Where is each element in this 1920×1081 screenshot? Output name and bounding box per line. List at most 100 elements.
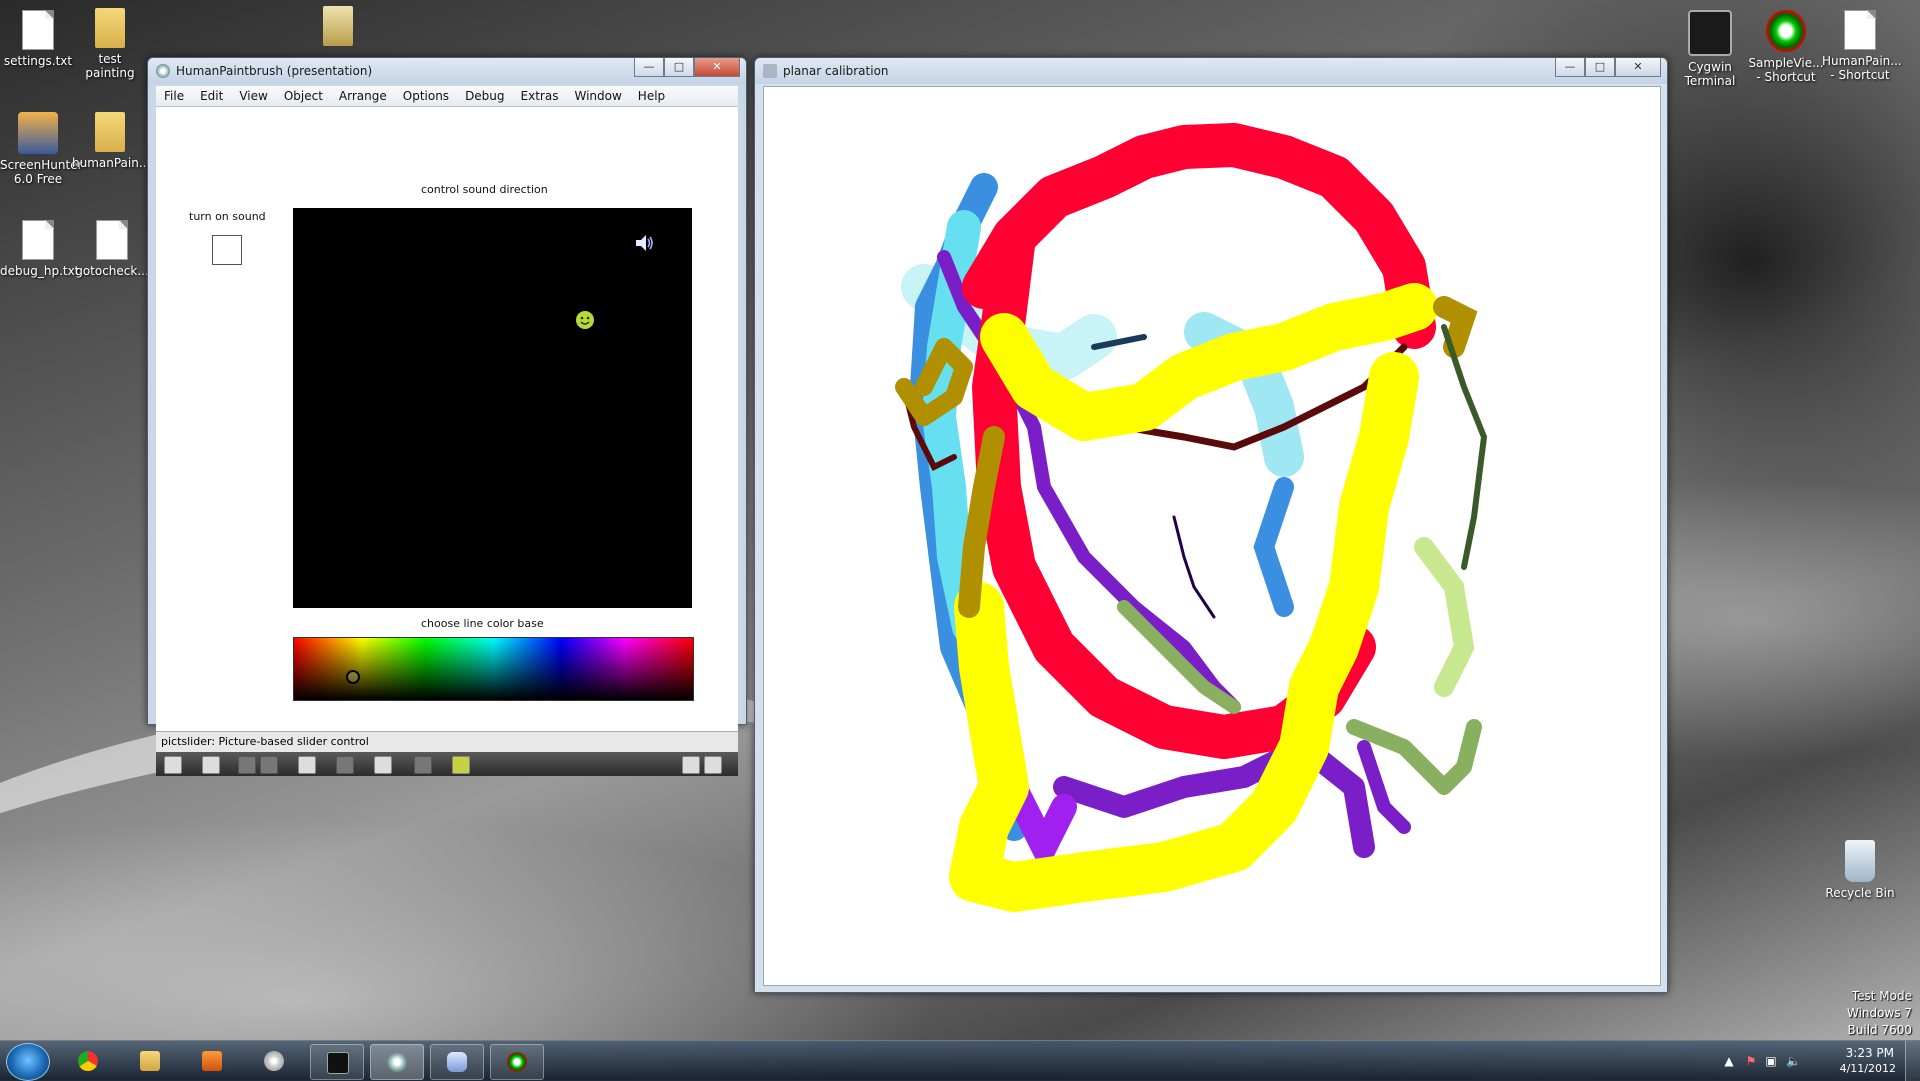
- grid-icon[interactable]: [414, 756, 432, 774]
- card-icon[interactable]: [298, 756, 316, 774]
- clock-time[interactable]: 3:23 PM: [1846, 1046, 1894, 1060]
- taskbar-app-sampleviewer[interactable]: [490, 1044, 544, 1080]
- maximize-button[interactable]: □: [1585, 58, 1615, 77]
- desktop-icon-humanpain[interactable]: humanPain...: [72, 112, 151, 170]
- ungroup-icon[interactable]: [260, 756, 278, 774]
- folder-icon: [95, 112, 125, 152]
- menu-arrange[interactable]: Arrange: [331, 86, 395, 106]
- menu-file[interactable]: File: [156, 86, 192, 106]
- desktop-icon-cygwin[interactable]: Cygwin Terminal: [1672, 10, 1748, 88]
- desktop-icon-label: HumanPain... - Shortcut: [1822, 54, 1902, 82]
- sound-direction-pad[interactable]: [293, 208, 692, 608]
- menu-help[interactable]: Help: [630, 86, 673, 106]
- paintbrush-window: HumanPaintbrush (presentation) — □ ✕ Fil…: [147, 57, 747, 776]
- desktop-icon-label: debug_hp.txt: [0, 264, 80, 278]
- stroke-drawing: [895, 123, 1488, 912]
- taskbar-app-disc[interactable]: [248, 1044, 300, 1078]
- desktop-icon-humanpain-shortcut[interactable]: HumanPain... - Shortcut: [1822, 10, 1902, 82]
- menu-extras[interactable]: Extras: [513, 86, 567, 106]
- folder-icon: [95, 8, 125, 48]
- menu-debug[interactable]: Debug: [457, 86, 512, 106]
- turn-on-sound-checkbox[interactable]: [212, 235, 242, 265]
- info-icon[interactable]: [336, 756, 354, 774]
- sampleviewer-icon: [507, 1052, 527, 1072]
- menu-bar: File Edit View Object Arrange Options De…: [156, 86, 738, 107]
- desktop-icon-label: test painting: [85, 52, 135, 80]
- desktop-icon-debug[interactable]: debug_hp.txt: [0, 220, 80, 278]
- show-desktop-button[interactable]: [1905, 1041, 1920, 1081]
- page-icon[interactable]: [202, 756, 220, 774]
- turn-on-sound-label: turn on sound: [189, 210, 266, 223]
- desktop-icon-recycle-bin[interactable]: Recycle Bin: [1822, 840, 1898, 900]
- desktop-icon-label: Recycle Bin: [1825, 886, 1895, 900]
- desktop-icon-label: humanPain...: [72, 156, 151, 170]
- volume-icon[interactable]: 🔈: [1786, 1054, 1801, 1068]
- window-title: HumanPaintbrush (presentation): [176, 64, 373, 78]
- color-picker-handle[interactable]: [346, 670, 360, 684]
- group-icon[interactable]: [238, 756, 256, 774]
- close-button[interactable]: ✕: [1615, 58, 1661, 77]
- desktop-icon-settings[interactable]: settings.txt: [0, 10, 76, 68]
- document-icon: [96, 220, 128, 260]
- network-icon[interactable]: ▣: [1764, 1054, 1778, 1068]
- status-bar: pictslider: Picture-based slider control: [156, 731, 738, 752]
- taskbar-app-opengl[interactable]: [430, 1044, 484, 1080]
- line-color-picker[interactable]: [293, 637, 694, 701]
- archive-folder-icon: [323, 6, 353, 46]
- action-center-icon[interactable]: ⚑: [1744, 1054, 1758, 1068]
- test-mode-watermark: Test Mode Windows 7 Build 7600: [1847, 988, 1912, 1039]
- taskbar-app-terminal[interactable]: [310, 1044, 364, 1080]
- status-text: pictslider: Picture-based slider control: [161, 735, 369, 748]
- smiley-icon[interactable]: [575, 310, 595, 330]
- paintbrush-titlebar[interactable]: HumanPaintbrush (presentation) — □ ✕: [148, 58, 746, 84]
- menu-edit[interactable]: Edit: [192, 86, 231, 106]
- stroke-scribble: [1172, 515, 1216, 619]
- disc-icon: [264, 1051, 284, 1071]
- watermark-line: Build 7600: [1847, 1023, 1912, 1037]
- desktop-icon-label: settings.txt: [3, 54, 73, 68]
- taskbar-app-explorer[interactable]: [124, 1044, 176, 1078]
- close-button[interactable]: ✕: [694, 58, 740, 77]
- recycle-bin-icon: [1845, 840, 1875, 882]
- drawing-canvas[interactable]: [763, 86, 1661, 986]
- opengl-icon: [447, 1052, 467, 1072]
- maximize-button[interactable]: □: [664, 58, 694, 77]
- menu-window[interactable]: Window: [566, 86, 629, 106]
- stroke-blue: [1253, 477, 1294, 617]
- palette-icon[interactable]: [452, 756, 470, 774]
- watermark-line: Test Mode: [1851, 989, 1912, 1003]
- desktop-icon-sampleviewer[interactable]: SampleVie... - Shortcut: [1748, 10, 1824, 84]
- sound-direction-label: control sound direction: [421, 183, 548, 196]
- start-button[interactable]: [6, 1043, 50, 1081]
- stroke-lightgreen: [1414, 537, 1475, 697]
- paintbrush-shortcut-icon: [1844, 10, 1876, 50]
- desktop-icon-gotocheck[interactable]: gotocheck...: [74, 220, 150, 278]
- clock-date[interactable]: 4/11/2012: [1840, 1062, 1896, 1075]
- window-icon: [763, 64, 777, 78]
- system-tray: ▲ ⚑ ▣ 🔈 3:23 PM 4/11/2012: [1720, 1041, 1920, 1081]
- lock-icon[interactable]: [164, 756, 182, 774]
- calibration-titlebar[interactable]: planar calibration — □ ✕: [755, 58, 1667, 84]
- minimize-button[interactable]: —: [634, 58, 664, 77]
- chrome-icon: [78, 1051, 98, 1071]
- desktop-icon-archive[interactable]: [300, 6, 376, 50]
- layout-single-icon[interactable]: [682, 756, 700, 774]
- minimize-button[interactable]: —: [1555, 58, 1585, 77]
- layout-split-icon[interactable]: [704, 756, 722, 774]
- taskbar-app-paintbrush[interactable]: [370, 1044, 424, 1080]
- slider-icon[interactable]: [374, 756, 392, 774]
- window-title: planar calibration: [783, 64, 889, 78]
- tray-expand-icon[interactable]: ▲: [1722, 1054, 1736, 1068]
- taskbar-app-media-player[interactable]: [186, 1044, 238, 1078]
- stroke-purple: [1357, 740, 1411, 834]
- terminal-icon: [1688, 10, 1732, 56]
- desktop-icon-screenhunter[interactable]: ScreenHunter 6.0 Free: [0, 112, 83, 186]
- menu-options[interactable]: Options: [395, 86, 457, 106]
- taskbar-app-chrome[interactable]: [62, 1044, 114, 1078]
- color-base-label: choose line color base: [421, 617, 544, 630]
- calibration-window: planar calibration — □ ✕: [754, 57, 1668, 993]
- desktop-icon-test-painting[interactable]: test painting: [72, 8, 148, 80]
- screenhunter-icon: [18, 112, 58, 154]
- menu-view[interactable]: View: [231, 86, 275, 106]
- menu-object[interactable]: Object: [276, 86, 331, 106]
